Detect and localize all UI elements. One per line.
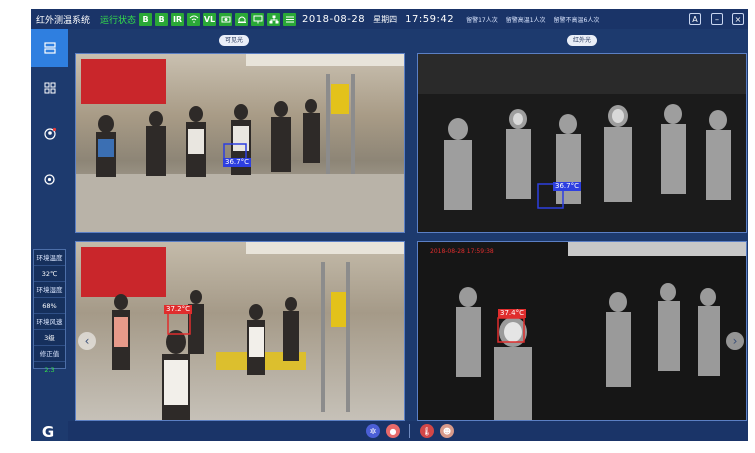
env-correction-label: 修正值 [34, 346, 65, 362]
env-temp-value: 32℃ [34, 266, 65, 282]
timestamp-overlay: 2018-08-28 17:59:38 [430, 248, 494, 255]
stat-alarm-normal: 留警不高温6人次 [553, 16, 600, 24]
alarm-person-icon[interactable] [31, 115, 68, 153]
record-icon[interactable]: ● [386, 424, 400, 438]
temperature-tag-top-left: 36.7°C [223, 158, 251, 167]
crowd-scene-infrared-bottom [456, 242, 746, 420]
env-humidity-value: 68% [34, 298, 65, 314]
temperature-tag-top-right: 36.7°C [553, 182, 581, 191]
camera-settings-icon[interactable]: ✲ [366, 424, 380, 438]
time-display: 17:59:42 [405, 13, 455, 25]
alarm-icon[interactable] [235, 12, 249, 26]
grid-icon[interactable] [283, 12, 297, 26]
close-button[interactable]: × [732, 13, 744, 25]
toolbar-divider [409, 424, 410, 438]
wifi-icon[interactable] [187, 12, 201, 26]
date-display: 2018-08-28 [302, 13, 366, 25]
crowd-scene-visible [76, 54, 404, 232]
visible-camera-top[interactable]: 36.7°C [75, 53, 405, 233]
crowd-scene-infrared [418, 54, 746, 210]
layout-icon[interactable] [31, 29, 68, 67]
run-status: 运行状态 [100, 15, 137, 26]
indicator-b1[interactable]: B [139, 12, 153, 26]
network-icon[interactable] [267, 12, 281, 26]
bottom-toolbar: ✲ ● 🌡 ☻ [68, 421, 748, 441]
infrared-light-label: 红外光 [567, 35, 598, 46]
top-bar: 红外测温系统 运行状态 B B IR VL 2018-08-28 星期四 17:… [31, 9, 748, 29]
visible-camera-bottom[interactable]: 37.2°C ‹ [75, 241, 405, 421]
env-wind-label: 环境风速 [34, 314, 65, 330]
indicator-ir[interactable]: IR [171, 12, 185, 26]
sidebar: 环境温度 32℃ 环境湿度 68% 环境风速 3级 修正值 2.3 G [31, 29, 68, 441]
previous-arrow-icon[interactable]: ‹ [78, 332, 96, 350]
stat-alarm-high: 留警高温1人次 [505, 16, 546, 24]
grid-view-icon[interactable] [31, 69, 68, 107]
thermometer-icon[interactable]: 🌡 [420, 424, 434, 438]
minimize-button[interactable]: – [711, 13, 723, 25]
env-wind-value: 3级 [34, 330, 65, 346]
weekday-display: 星期四 [373, 14, 398, 24]
camera-icon[interactable] [219, 12, 233, 26]
infrared-camera-top[interactable]: 36.7°C [417, 53, 747, 233]
person-alarm-icon[interactable]: ☻ [440, 424, 454, 438]
settings-icon[interactable] [31, 160, 68, 198]
next-arrow-icon[interactable]: › [726, 332, 744, 350]
font-button[interactable]: A [689, 13, 701, 25]
env-correction-value: 2.3 [44, 366, 55, 374]
infrared-camera-bottom[interactable]: 2018-08-28 17:59:38 37.4°C › [417, 241, 747, 421]
app-window: 红外测温系统 运行状态 B B IR VL 2018-08-28 星期四 17:… [31, 9, 748, 441]
environment-panel: 环境温度 32℃ 环境湿度 68% 环境风速 3级 修正值 2.3 [33, 249, 66, 374]
indicator-vl[interactable]: VL [203, 12, 217, 26]
visible-light-label: 可见光 [219, 35, 250, 46]
indicator-b2[interactable]: B [155, 12, 169, 26]
app-title: 红外测温系统 [36, 15, 91, 26]
env-temp-label: 环境温度 [34, 250, 65, 266]
company-logo: G [41, 423, 55, 441]
env-humidity-label: 环境湿度 [34, 282, 65, 298]
crowd-scene-visible-bottom [81, 242, 404, 420]
temperature-tag-bottom-right: 37.4°C [498, 309, 526, 318]
stat-alarm-total: 留警17人次 [466, 16, 498, 24]
video-grid: 36.7°C 36.7°C 37.2°C ‹ 2018-08-28 17:59:… [73, 29, 748, 421]
monitor-icon[interactable] [251, 12, 265, 26]
temperature-tag-bottom-left: 37.2°C [164, 305, 192, 314]
